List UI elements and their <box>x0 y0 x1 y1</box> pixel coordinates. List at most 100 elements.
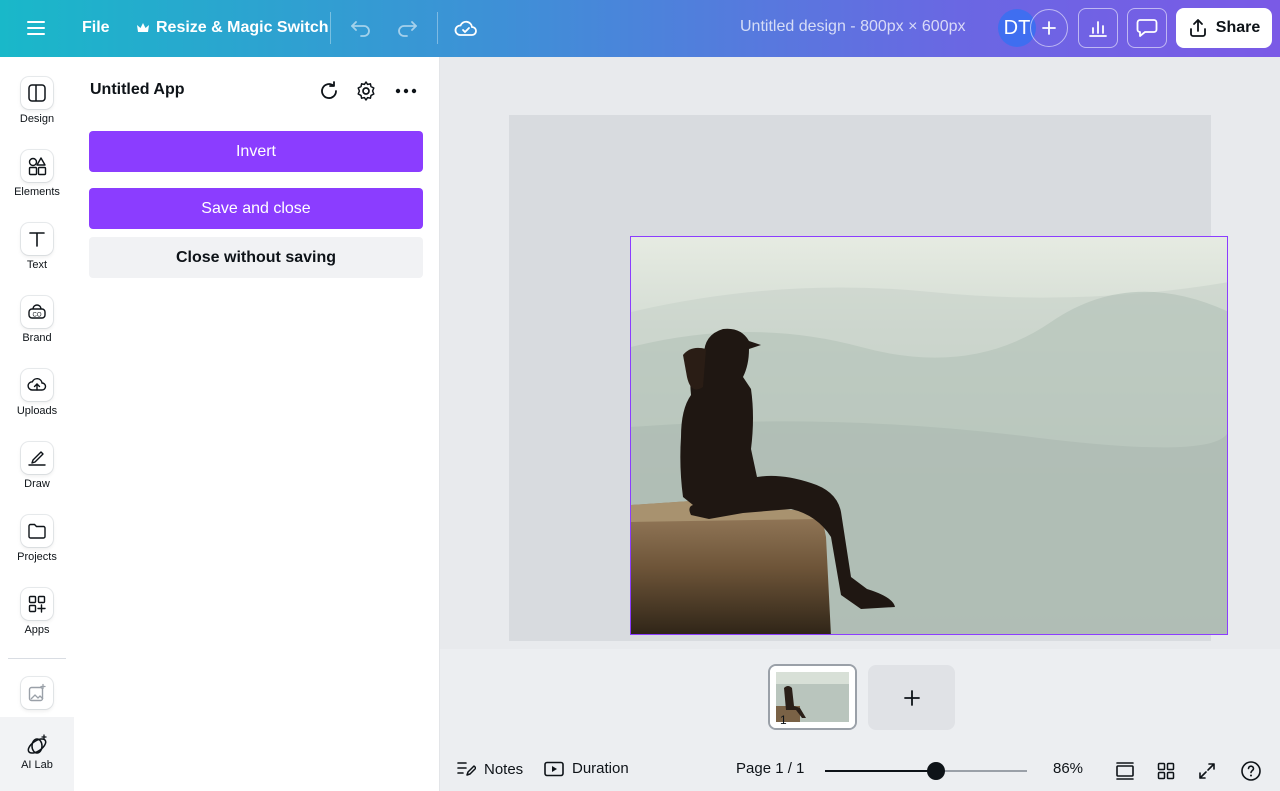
grid-view-button[interactable] <box>1155 760 1177 782</box>
comments-button[interactable] <box>1127 8 1167 48</box>
settings-button[interactable] <box>352 77 380 105</box>
crown-icon <box>137 23 149 32</box>
photo-woman-on-cliff <box>631 237 1227 634</box>
text-icon <box>21 223 53 255</box>
rail-label: Apps <box>24 624 50 636</box>
rail-item-brand[interactable]: CO Brand <box>0 296 74 344</box>
notes-button[interactable]: Notes <box>456 760 523 778</box>
rail-label: Uploads <box>16 405 58 417</box>
invite-button[interactable] <box>1030 9 1068 47</box>
rail-item-elements[interactable]: Elements <box>0 150 74 198</box>
app-panel: Untitled App Invert Save and close Close… <box>74 57 440 791</box>
file-menu-button[interactable]: File <box>72 8 120 48</box>
notes-label: Notes <box>484 760 524 778</box>
toolbar-divider <box>330 12 331 44</box>
add-page-button[interactable] <box>868 665 955 730</box>
undo-button[interactable] <box>341 8 381 48</box>
save-status-button[interactable] <box>446 8 486 48</box>
redo-button[interactable] <box>387 8 427 48</box>
page-thumbnails: 1 <box>440 649 1280 750</box>
canvas-workspace <box>440 57 1280 649</box>
pages-view-button[interactable] <box>1114 760 1136 782</box>
rail-item-ai-lab[interactable]: AI Lab <box>0 733 74 771</box>
page-thumbnail[interactable]: 1 <box>768 664 857 730</box>
zoom-slider-fill <box>825 770 937 772</box>
save-and-close-button[interactable]: Save and close <box>89 188 423 229</box>
ai-lab-icon <box>27 734 47 754</box>
resize-label: Resize & Magic Switch <box>156 19 329 36</box>
plus-icon <box>1042 21 1056 35</box>
bar-chart-icon <box>1089 21 1107 37</box>
zoom-level-button[interactable]: 86% <box>1053 760 1083 777</box>
zoom-slider-handle[interactable] <box>927 762 946 780</box>
pen-icon <box>21 442 53 474</box>
share-label: Share <box>1215 19 1261 36</box>
design-page[interactable] <box>509 115 1228 641</box>
rail-label: Brand <box>22 332 52 344</box>
rail-item-apps[interactable]: Apps <box>0 588 74 636</box>
undo-icon <box>351 21 370 37</box>
redo-icon <box>398 21 417 37</box>
insights-button[interactable] <box>1078 8 1118 48</box>
reload-button[interactable] <box>315 77 343 105</box>
more-options-button[interactable] <box>392 77 420 105</box>
more-horizontal-icon <box>395 88 417 94</box>
plus-icon <box>903 689 920 706</box>
design-title[interactable]: Untitled design - 800px × 600px <box>740 18 965 36</box>
page-label: Page 1 / 1 <box>736 760 805 777</box>
rail-item-draw[interactable]: Draw <box>0 442 74 490</box>
rail-label: Draw <box>24 478 50 490</box>
layout-icon <box>21 77 53 109</box>
apps-icon <box>21 588 53 620</box>
side-rail: Design Elements Text CO Brand Uploads Dr… <box>0 57 74 791</box>
pages-icon <box>1116 762 1134 780</box>
fullscreen-button[interactable] <box>1196 760 1218 782</box>
rail-label: Design <box>19 113 55 125</box>
zoom-slider[interactable] <box>825 762 1027 780</box>
help-icon <box>1241 761 1261 781</box>
share-icon <box>1189 19 1206 37</box>
zoom-label: 86% <box>1053 760 1084 777</box>
cloud-upload-icon <box>21 369 53 401</box>
bottom-toolbar: Notes Duration Page 1 / 1 86% <box>440 750 1280 791</box>
hamburger-icon <box>27 21 45 35</box>
share-button[interactable]: Share <box>1176 8 1272 48</box>
cloud-check-icon <box>454 20 477 36</box>
folder-icon <box>21 515 53 547</box>
rail-divider <box>8 658 66 659</box>
help-button[interactable] <box>1240 760 1262 782</box>
shapes-icon <box>21 150 53 182</box>
gear-icon <box>357 81 375 101</box>
page-number: 1 <box>780 713 787 727</box>
rail-item-text[interactable]: Text <box>0 223 74 271</box>
invert-button[interactable]: Invert <box>89 131 423 172</box>
rail-item-magic-media[interactable] <box>0 677 74 709</box>
ai-lab-label: AI Lab <box>21 759 53 771</box>
brand-icon: CO <box>21 296 53 328</box>
rail-label: Elements <box>14 186 60 198</box>
duration-button[interactable]: Duration <box>544 760 629 777</box>
panel-title: Untitled App <box>90 81 185 98</box>
comment-icon <box>1136 19 1158 37</box>
rail-item-uploads[interactable]: Uploads <box>0 369 74 417</box>
notes-icon <box>457 762 476 776</box>
selected-photo[interactable] <box>630 236 1228 635</box>
magic-image-icon <box>21 677 53 709</box>
rail-item-projects[interactable]: Projects <box>0 515 74 563</box>
toolbar-divider <box>437 12 438 44</box>
rail-label: Projects <box>17 551 57 563</box>
top-bar: File Resize & Magic Switch Untitled desi… <box>0 0 1280 57</box>
svg-text:CO: CO <box>33 313 42 319</box>
reload-icon <box>321 81 337 99</box>
play-box-icon <box>544 761 564 776</box>
menu-button[interactable] <box>16 8 56 48</box>
resize-magic-switch-button[interactable]: Resize & Magic Switch <box>128 8 337 48</box>
rail-label: Text <box>26 259 48 271</box>
duration-label: Duration <box>572 760 629 777</box>
file-menu-label: File <box>82 19 110 36</box>
close-without-saving-button[interactable]: Close without saving <box>89 237 423 278</box>
page-indicator[interactable]: Page 1 / 1 <box>736 760 804 777</box>
rail-item-design[interactable]: Design <box>0 77 74 125</box>
grid-icon <box>1157 762 1175 780</box>
expand-icon <box>1199 763 1215 779</box>
